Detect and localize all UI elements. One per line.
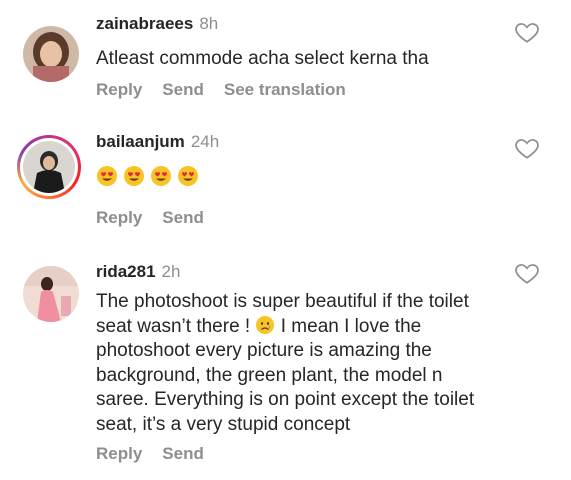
send-button[interactable]: Send: [162, 444, 204, 463]
avatar[interactable]: [23, 266, 79, 322]
emoji-content: [96, 165, 199, 187]
story-ring[interactable]: [17, 135, 81, 199]
username[interactable]: rida281: [96, 262, 156, 281]
avatar[interactable]: [23, 26, 79, 82]
heart-eyes-emoji: [124, 166, 144, 186]
heart-eyes-emoji: [97, 166, 117, 186]
heart-eyes-emoji: [151, 166, 171, 186]
send-button[interactable]: Send: [162, 80, 204, 99]
reply-button[interactable]: Reply: [96, 80, 142, 99]
send-button[interactable]: Send: [162, 208, 204, 227]
comment-meta: zainabraees 8h: [96, 14, 218, 34]
crying-face-emoji: [256, 315, 275, 334]
avatar: [23, 141, 75, 193]
see-translation-button[interactable]: See translation: [224, 80, 346, 99]
comment-actions: Reply Send See translation: [96, 80, 366, 100]
comment-actions: Reply Send: [96, 208, 224, 228]
reply-button[interactable]: Reply: [96, 208, 142, 227]
comment-actions: Reply Send: [96, 444, 224, 464]
username[interactable]: bailaanjum: [96, 132, 185, 151]
username[interactable]: zainabraees: [96, 14, 193, 33]
timestamp: 2h: [161, 262, 181, 281]
comment-meta: bailaanjum 24h: [96, 132, 219, 152]
timestamp: 24h: [190, 132, 220, 151]
like-heart-icon[interactable]: [514, 260, 540, 286]
comment-bailaanjum: bailaanjum 24h Reply Send: [0, 120, 571, 250]
like-heart-icon[interactable]: [514, 19, 540, 45]
comment-meta: rida281 2h: [96, 262, 180, 282]
comment-text: Atleast commode acha select kerna tha: [96, 48, 429, 69]
timestamp: 8h: [199, 14, 219, 33]
comment-zainabraees: zainabraees 8h Atleast commode acha selec…: [0, 0, 571, 120]
heart-eyes-emoji: [178, 166, 198, 186]
reply-button[interactable]: Reply: [96, 444, 142, 463]
comment-rida281: rida281 2h The photoshoot is super beauti…: [0, 250, 571, 480]
like-heart-icon[interactable]: [514, 135, 540, 161]
comment-text: The photoshoot is super beautiful if the…: [96, 290, 476, 437]
